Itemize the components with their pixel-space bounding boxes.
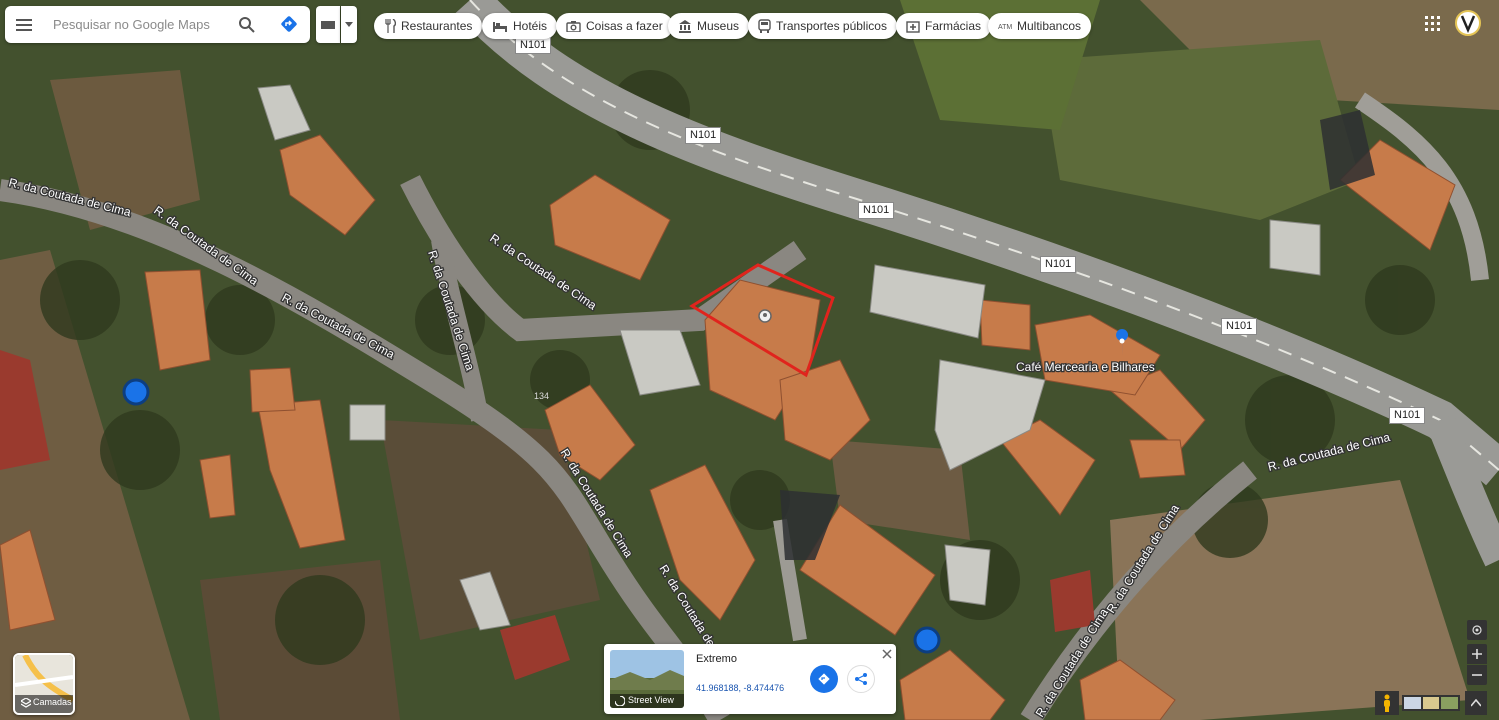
bus-icon (758, 19, 771, 33)
share-button[interactable] (847, 665, 875, 693)
imagery-thumbnail[interactable] (1404, 697, 1421, 709)
bed-icon (493, 22, 507, 32)
fork-knife-icon (385, 19, 396, 33)
expand-imagery-button[interactable] (1465, 691, 1487, 715)
chip-label: Transportes públicos (776, 19, 887, 33)
chip-coisas-a-fazer[interactable]: Coisas a fazer (556, 13, 673, 39)
street-view-thumbnail[interactable]: Street View (610, 650, 684, 708)
chip-transportes-publicos[interactable]: Transportes públicos (748, 13, 897, 39)
chip-label: Restaurantes (401, 19, 473, 33)
apps-grid-icon[interactable] (1424, 15, 1442, 33)
street-view-label: Street View (628, 695, 674, 705)
place-card[interactable]: Street View Extremo 41.968188, -8.474476 (604, 644, 896, 714)
imagery-thumbnail[interactable] (1441, 697, 1459, 709)
chip-label: Farmácias (925, 19, 982, 33)
zoom-in-button[interactable] (1467, 644, 1487, 664)
layers-label: Camadas (33, 697, 72, 707)
road-shield: N101 (858, 202, 895, 219)
pharmacy-icon (906, 20, 920, 33)
pegman-icon (1384, 694, 1390, 712)
directions-icon[interactable] (279, 14, 299, 34)
chip-label: Coisas a fazer (586, 19, 663, 33)
road-shield: N101 (685, 127, 722, 144)
chip-label: Multibancos (1017, 19, 1082, 33)
atm-icon: ATM (998, 24, 1012, 31)
road-shield: N101 (1040, 256, 1077, 273)
collapse-panel-button[interactable] (316, 6, 340, 43)
close-icon[interactable] (881, 647, 893, 659)
chip-label: Museus (697, 19, 740, 33)
chip-museus[interactable]: Museus (668, 13, 750, 39)
plus-icon (1472, 649, 1482, 659)
satellite-map[interactable]: R. da Coutada de Cima R. da Coutada de C… (0, 0, 1499, 720)
pegman-button[interactable] (1375, 691, 1399, 715)
layers-button[interactable]: Camadas (13, 653, 75, 715)
minus-icon (1472, 674, 1482, 676)
chip-restaurantes[interactable]: Restaurantes (374, 13, 483, 39)
place-title: Extremo (696, 653, 737, 665)
share-icon (855, 673, 867, 685)
layers-icon (21, 698, 31, 708)
poi-label[interactable]: Café Mercearia e Bilhares (1015, 359, 1156, 376)
place-coordinates[interactable]: 41.968188, -8.474476 (696, 683, 784, 693)
street-view-icon (615, 696, 625, 706)
museum-icon (679, 20, 691, 33)
camera-icon (566, 21, 581, 32)
directions-button[interactable] (810, 665, 838, 693)
chip-multibancos[interactable]: ATM Multibancos (988, 13, 1092, 39)
svg-text:ATM: ATM (998, 24, 1012, 31)
my-location-button[interactable] (1467, 620, 1487, 640)
imagery-thumbnail[interactable] (1422, 697, 1440, 709)
chip-farmacias[interactable]: Farmácias (896, 13, 992, 39)
directions-icon (818, 673, 830, 685)
zoom-out-button[interactable] (1467, 665, 1487, 685)
search-icon[interactable] (238, 16, 256, 34)
avatar[interactable] (1455, 10, 1481, 36)
chip-label: Hotéis (513, 19, 548, 33)
place-marker-icon[interactable] (758, 309, 772, 323)
road-shield: N101 (515, 37, 552, 54)
chevron-down-icon[interactable] (341, 6, 357, 43)
chevron-up-icon (1471, 699, 1481, 707)
chip-hoteis[interactable]: Hotéis (482, 13, 558, 39)
road-shield: N101 (1221, 318, 1258, 335)
house-number-label: 134 (534, 391, 549, 401)
road-shield: N101 (1389, 407, 1426, 424)
search-box (5, 6, 310, 43)
imagery-strip[interactable] (1402, 695, 1460, 711)
crosshair-icon (1472, 625, 1482, 635)
menu-icon[interactable] (5, 6, 43, 43)
search-input[interactable] (51, 16, 235, 33)
